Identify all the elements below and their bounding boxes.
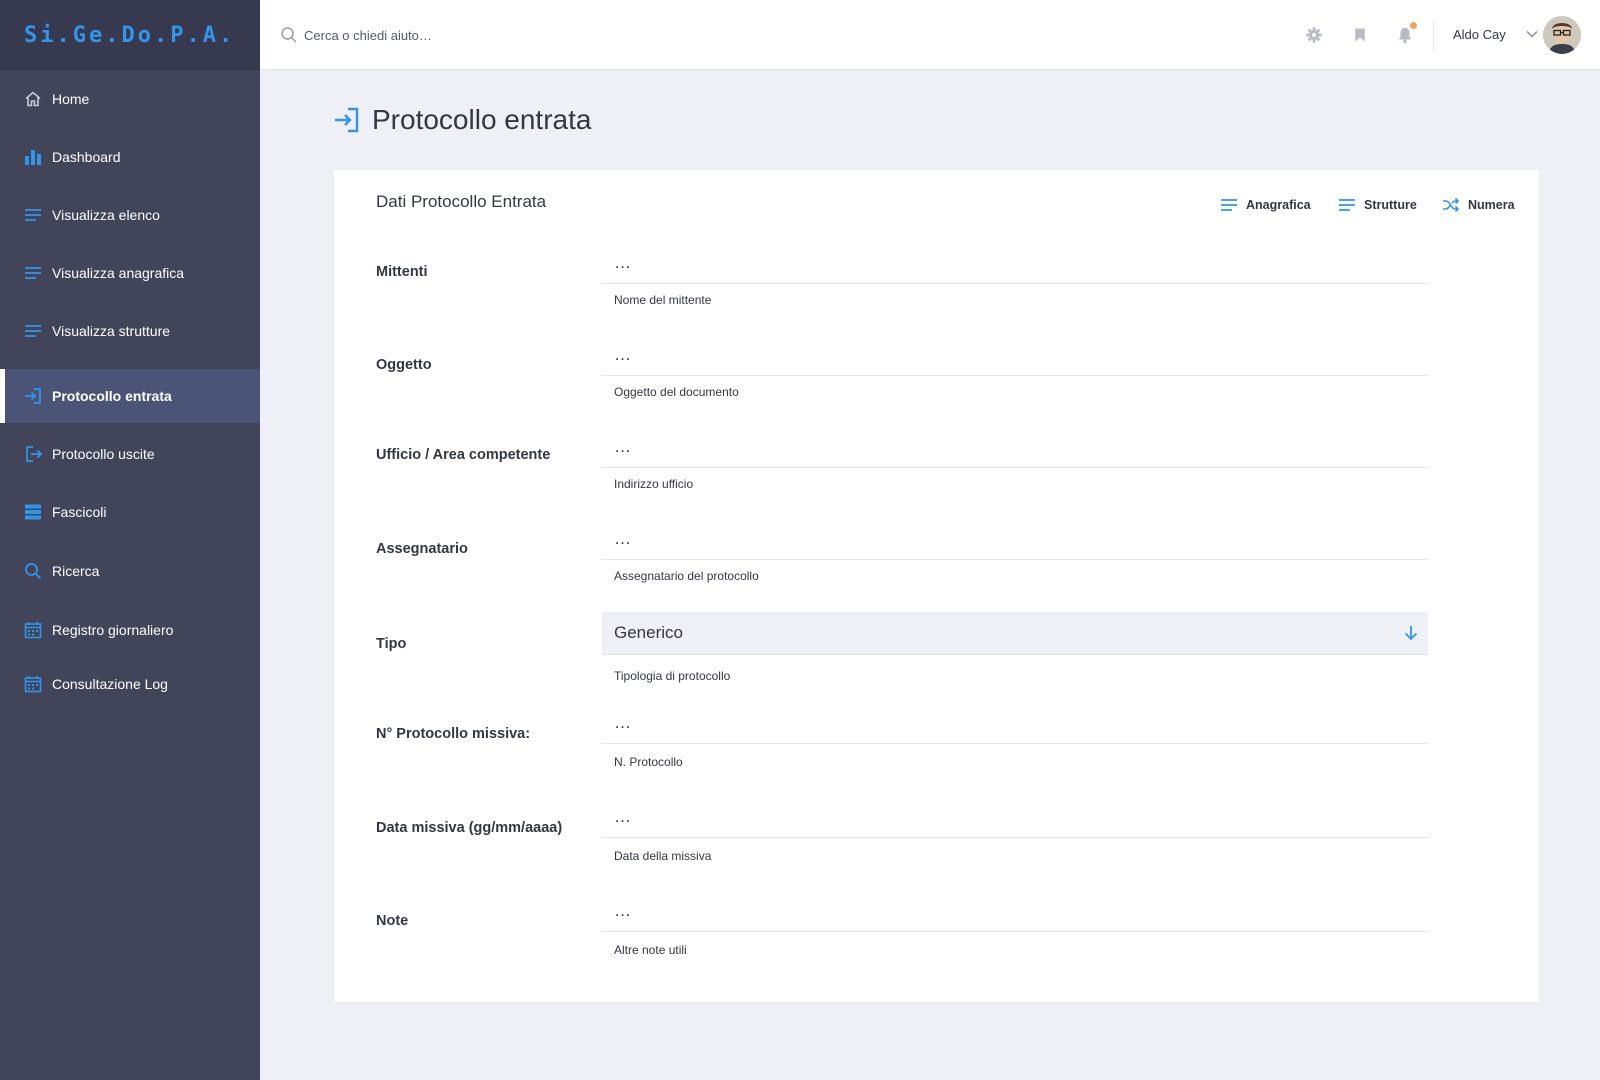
brand-logo[interactable]: Si.Ge.Do.P.A. xyxy=(0,0,260,70)
topbar: Aldo Cay xyxy=(260,0,1600,70)
sidebar-item-dashboard[interactable]: Dashboard xyxy=(0,130,260,184)
protocollo-missiva-input[interactable] xyxy=(602,702,1428,744)
numera-label: Numera xyxy=(1468,198,1515,212)
bell-icon[interactable] xyxy=(1395,22,1417,45)
sidebar-item-visualizza-elenco[interactable]: Visualizza elenco xyxy=(0,188,260,242)
form-row-mittenti: Mittenti Nome del mittente xyxy=(334,242,1539,334)
sidebar-item-label: Protocollo uscite xyxy=(52,446,155,462)
notification-dot xyxy=(1410,22,1417,29)
list-icon xyxy=(1339,199,1355,211)
sidebar-item-consultazione-log[interactable]: Consultazione Log xyxy=(0,657,260,711)
gear-icon[interactable] xyxy=(1304,25,1324,45)
card-title: Dati Protocollo Entrata xyxy=(376,192,547,211)
numera-button[interactable]: Numera xyxy=(1442,196,1515,214)
data-missiva-input[interactable] xyxy=(602,796,1428,838)
calendar-icon xyxy=(24,621,42,639)
page-title: Protocollo entrata xyxy=(372,104,592,135)
strutture-label: Strutture xyxy=(1364,198,1417,212)
field-help: Nome del mittente xyxy=(614,293,712,307)
calendar-icon xyxy=(24,675,42,693)
anagrafica-label: Anagrafica xyxy=(1246,198,1311,212)
sidebar-item-label: Fascicoli xyxy=(52,504,107,520)
strutture-button[interactable]: Strutture xyxy=(1338,196,1417,214)
form-row-ufficio: Ufficio / Area competente Indirizzo uffi… xyxy=(334,426,1539,518)
sidebar-item-label: Registro giornaliero xyxy=(52,622,174,638)
list-icon xyxy=(1221,199,1237,211)
chevron-down-icon[interactable] xyxy=(1525,27,1539,41)
field-label: Ufficio / Area competente xyxy=(376,447,551,463)
form-row-protocollo-missiva: N° Protocollo missiva: N. Protocollo xyxy=(334,702,1539,794)
tipo-select-value: Generico xyxy=(614,623,683,642)
sidebar-item-ricerca[interactable]: Ricerca xyxy=(0,544,260,598)
anagrafica-button[interactable]: Anagrafica xyxy=(1220,196,1311,214)
field-help: Oggetto del documento xyxy=(614,385,739,399)
list-icon xyxy=(24,322,42,340)
field-help: N. Protocollo xyxy=(614,755,683,769)
form-row-oggetto: Oggetto Oggetto del documento xyxy=(334,334,1539,426)
page-header: Protocollo entrata xyxy=(334,104,591,136)
field-label: Assegnatario xyxy=(376,541,468,557)
list-icon xyxy=(24,264,42,282)
sidebar-item-home[interactable]: Home xyxy=(0,72,260,126)
sign-in-icon xyxy=(334,106,360,134)
sidebar-item-protocollo-entrata[interactable]: Protocollo entrata xyxy=(0,369,260,423)
shuffle-icon xyxy=(1443,197,1460,213)
bar-chart-icon xyxy=(24,148,42,166)
field-label: Data missiva (gg/mm/aaaa) xyxy=(376,820,563,836)
form-row-tipo: Tipo Generico Tipologia di protocollo xyxy=(334,612,1539,704)
sidebar-item-label: Dashboard xyxy=(52,149,121,165)
sidebar-item-label: Protocollo entrata xyxy=(52,388,172,404)
field-label: N° Protocollo missiva: xyxy=(376,726,531,742)
field-label: Mittenti xyxy=(376,264,428,280)
field-help: Assegnatario del protocollo xyxy=(614,569,759,583)
user-name[interactable]: Aldo Cay xyxy=(1453,27,1506,42)
sidebar-item-fascicoli[interactable]: Fascicoli xyxy=(0,485,260,539)
form-row-data-missiva: Data missiva (gg/mm/aaaa) Data della mis… xyxy=(334,796,1539,888)
sign-out-icon xyxy=(24,445,42,463)
sidebar-item-visualizza-strutture[interactable]: Visualizza strutture xyxy=(0,304,260,358)
assegnatario-input[interactable] xyxy=(602,518,1428,560)
server-icon xyxy=(24,503,42,521)
form-row-assegnatario: Assegnatario Assegnatario del protocollo xyxy=(334,518,1539,610)
home-icon xyxy=(24,90,42,108)
field-help: Data della missiva xyxy=(614,849,712,863)
search-input[interactable] xyxy=(304,22,604,48)
field-help: Tipologia di protocollo xyxy=(614,669,731,683)
field-label: Tipo xyxy=(376,636,407,652)
brand-name: Si.Ge.Do.P.A. xyxy=(24,22,236,48)
field-label: Note xyxy=(376,913,409,929)
sidebar-item-label: Visualizza anagrafica xyxy=(52,265,185,281)
oggetto-input[interactable] xyxy=(602,334,1428,376)
protocol-form-card: Dati Protocollo Entrata Anagrafica Strut… xyxy=(334,170,1539,1002)
list-icon xyxy=(24,206,42,224)
search-icon xyxy=(24,562,42,580)
sign-in-icon xyxy=(24,387,42,405)
field-help: Indirizzo ufficio xyxy=(614,477,694,491)
sidebar: Si.Ge.Do.P.A. Home Dashboard Visualizza … xyxy=(0,0,260,1080)
search-icon xyxy=(280,26,298,44)
field-label: Oggetto xyxy=(376,357,432,373)
bookmark-icon[interactable] xyxy=(1350,25,1370,45)
avatar[interactable] xyxy=(1543,16,1581,54)
sidebar-item-visualizza-anagrafica[interactable]: Visualizza anagrafica xyxy=(0,246,260,300)
sidebar-item-label: Ricerca xyxy=(52,563,100,579)
arrow-down-icon xyxy=(1402,624,1420,642)
divider xyxy=(1433,20,1434,50)
sidebar-item-label: Consultazione Log xyxy=(52,676,168,692)
sidebar-item-label: Visualizza strutture xyxy=(52,323,171,339)
mittenti-input[interactable] xyxy=(602,242,1428,284)
sidebar-item-registro-giornaliero[interactable]: Registro giornaliero xyxy=(0,603,260,657)
sidebar-item-protocollo-uscite[interactable]: Protocollo uscite xyxy=(0,427,260,481)
sidebar-item-label: Home xyxy=(52,91,90,107)
sidebar-item-label: Visualizza elenco xyxy=(52,207,160,223)
ufficio-input[interactable] xyxy=(602,426,1428,468)
tipo-select[interactable]: Generico xyxy=(602,612,1428,655)
form-row-note: Note Altre note utili xyxy=(334,890,1539,982)
note-input[interactable] xyxy=(602,890,1428,932)
field-help: Altre note utili xyxy=(614,943,687,957)
